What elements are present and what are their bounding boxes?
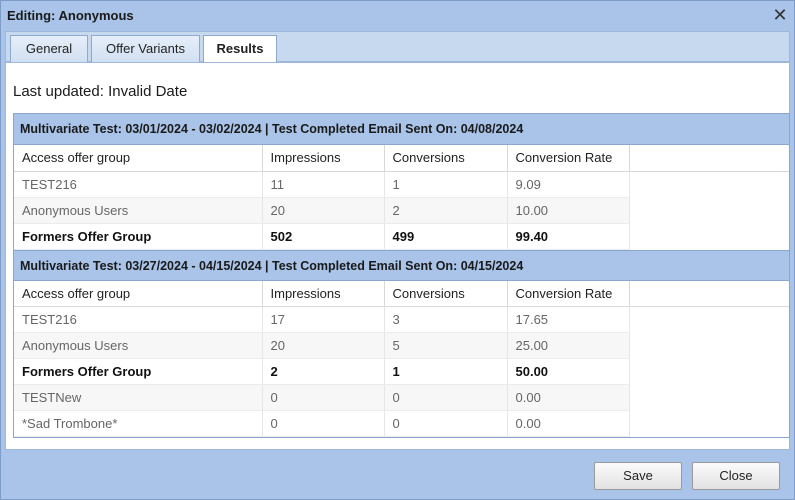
dialog-title: Editing: Anonymous <box>7 8 134 23</box>
results-table: Access offer group Impressions Conversio… <box>14 145 789 250</box>
impressions-cell: 17 <box>262 306 385 333</box>
table-row: TEST216 17 3 17.65 <box>14 306 789 333</box>
test-header: Multivariate Test: 03/01/2024 - 03/02/20… <box>14 114 789 145</box>
table-row: Anonymous Users 20 2 10.00 <box>14 197 789 224</box>
table-row: Formers Offer Group 2 1 50.00 <box>14 358 789 385</box>
impressions-cell: 2 <box>262 358 385 385</box>
conversions-cell: 1 <box>384 358 508 385</box>
group-cell: TEST216 <box>14 306 263 333</box>
impressions-cell: 0 <box>262 384 385 411</box>
test-header: Multivariate Test: 03/27/2024 - 04/15/20… <box>14 249 789 281</box>
column-header[interactable]: Conversions <box>384 280 508 307</box>
rate-cell: 50.00 <box>507 358 630 385</box>
group-cell: Formers Offer Group <box>14 223 263 250</box>
filler-cell <box>629 332 789 359</box>
column-header[interactable]: Conversion Rate <box>507 280 630 307</box>
column-header[interactable]: Access offer group <box>14 280 263 307</box>
editing-dialog: Editing: Anonymous ✕ General Offer Varia… <box>0 0 795 500</box>
group-cell: TESTNew <box>14 384 263 411</box>
filler-cell <box>629 197 789 223</box>
tab-offer-variants[interactable]: Offer Variants <box>91 35 200 62</box>
conversions-cell: 2 <box>384 197 508 224</box>
conversions-cell: 0 <box>384 384 508 411</box>
filler-cell <box>629 358 789 385</box>
column-header[interactable]: Impressions <box>262 145 385 172</box>
column-header[interactable]: Access offer group <box>14 145 263 172</box>
group-cell: TEST216 <box>14 171 263 198</box>
conversions-cell: 1 <box>384 171 508 198</box>
test-block: Multivariate Test: 03/01/2024 - 03/02/20… <box>14 114 789 250</box>
dialog-footer: Save Close <box>1 450 794 500</box>
table-row: TEST216 11 1 9.09 <box>14 171 789 198</box>
group-cell: *Sad Trombone* <box>14 410 263 437</box>
test-block: Multivariate Test: 03/27/2024 - 04/15/20… <box>14 249 789 437</box>
table-row: Anonymous Users 20 5 25.00 <box>14 332 789 359</box>
results-table: Access offer group Impressions Conversio… <box>14 280 789 437</box>
filler-cell <box>629 410 789 437</box>
group-cell: Formers Offer Group <box>14 358 263 385</box>
conversions-cell: 499 <box>384 223 508 250</box>
tests-container: Multivariate Test: 03/01/2024 - 03/02/20… <box>13 113 790 438</box>
table-row: *Sad Trombone* 0 0 0.00 <box>14 410 789 437</box>
table-row: Formers Offer Group 502 499 99.40 <box>14 223 789 250</box>
conversions-cell: 3 <box>384 306 508 333</box>
close-icon[interactable]: ✕ <box>772 5 788 25</box>
rate-cell: 25.00 <box>507 332 630 359</box>
conversions-cell: 0 <box>384 410 508 437</box>
group-cell: Anonymous Users <box>14 197 263 224</box>
last-updated-text: Last updated: Invalid Date <box>13 83 188 100</box>
impressions-cell: 20 <box>262 197 385 224</box>
table-row: TESTNew 0 0 0.00 <box>14 384 789 411</box>
filler-cell <box>629 384 789 411</box>
filler-cell <box>629 223 789 249</box>
impressions-cell: 20 <box>262 332 385 359</box>
table-header-row: Access offer group Impressions Conversio… <box>14 145 789 172</box>
save-button[interactable]: Save <box>594 462 682 490</box>
column-header[interactable]: Impressions <box>262 280 385 307</box>
rate-cell: 99.40 <box>507 223 630 250</box>
column-header[interactable]: Conversions <box>384 145 508 172</box>
filler-cell <box>629 171 789 197</box>
impressions-cell: 11 <box>262 171 385 198</box>
close-button[interactable]: Close <box>692 462 780 490</box>
dialog-titlebar: Editing: Anonymous ✕ <box>1 1 794 31</box>
column-header[interactable]: Conversion Rate <box>507 145 630 172</box>
results-panel: Last updated: Invalid Date Multivariate … <box>5 62 790 450</box>
group-cell: Anonymous Users <box>14 332 263 359</box>
rate-cell: 9.09 <box>507 171 630 198</box>
rate-cell: 17.65 <box>507 306 630 333</box>
tab-general[interactable]: General <box>10 35 88 62</box>
table-header-row: Access offer group Impressions Conversio… <box>14 280 789 307</box>
impressions-cell: 0 <box>262 410 385 437</box>
conversions-cell: 5 <box>384 332 508 359</box>
rate-cell: 10.00 <box>507 197 630 224</box>
impressions-cell: 502 <box>262 223 385 250</box>
rate-cell: 0.00 <box>507 384 630 411</box>
rate-cell: 0.00 <box>507 410 630 437</box>
tab-strip: General Offer Variants Results <box>5 31 790 63</box>
tab-results[interactable]: Results <box>203 35 277 63</box>
column-header-filler <box>629 280 789 307</box>
filler-cell <box>629 306 789 333</box>
column-header-filler <box>629 145 789 172</box>
